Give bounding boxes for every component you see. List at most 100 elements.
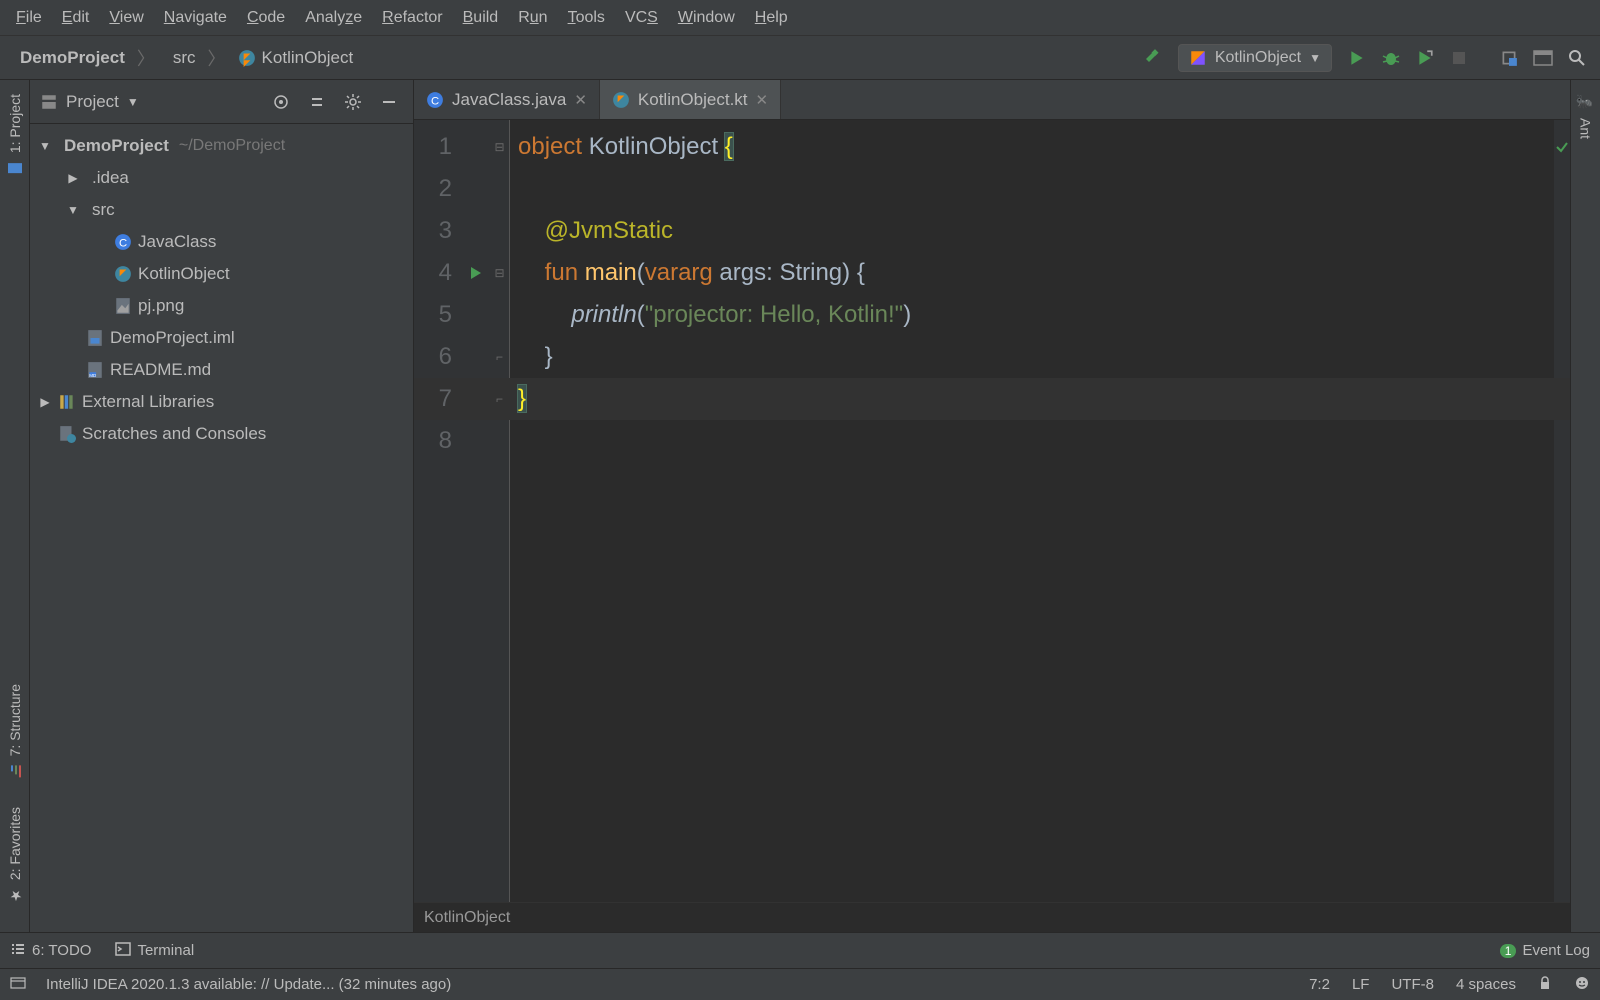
locate-icon[interactable] bbox=[267, 88, 295, 116]
breadcrumb-sep: 〉 bbox=[208, 45, 226, 71]
menu-view[interactable]: View bbox=[99, 5, 153, 31]
fn-name: main bbox=[578, 259, 637, 286]
structure-icon bbox=[6, 763, 24, 781]
project-panel-header: Project ▼ bbox=[30, 80, 413, 124]
tree-scratches-label: Scratches and Consoles bbox=[82, 424, 266, 444]
tree-scratches[interactable]: Scratches and Consoles bbox=[34, 418, 409, 450]
brace-close: } bbox=[518, 385, 526, 412]
status-message[interactable]: IntelliJ IDEA 2020.1.3 available: // Upd… bbox=[46, 976, 451, 993]
tool-window-ant-label: Ant bbox=[1578, 118, 1594, 139]
chevron-down-icon[interactable]: ▼ bbox=[127, 95, 139, 109]
fold-handle[interactable]: ⊟ bbox=[490, 252, 509, 294]
status-inspector-icon[interactable] bbox=[1574, 975, 1590, 995]
terminal-label: Terminal bbox=[137, 942, 194, 959]
tree-idea-label: .idea bbox=[92, 168, 129, 188]
update-project-icon[interactable] bbox=[1492, 41, 1526, 75]
tab-kotlin-object[interactable]: KotlinObject.kt ✕ bbox=[600, 80, 781, 119]
menu-build[interactable]: Build bbox=[453, 5, 509, 31]
tool-window-structure-label: 7: Structure bbox=[7, 684, 23, 756]
image-file-icon bbox=[114, 297, 132, 315]
tool-window-terminal[interactable]: Terminal bbox=[115, 941, 194, 961]
star-icon: ★ bbox=[6, 886, 24, 904]
menu-window[interactable]: Window bbox=[668, 5, 745, 31]
tree-src-folder[interactable]: ▼ src bbox=[34, 194, 409, 226]
menu-run[interactable]: Run bbox=[508, 5, 557, 31]
tool-window-favorites[interactable]: ★ 2: Favorites bbox=[6, 799, 24, 912]
tree-iml-file[interactable]: DemoProject.iml bbox=[34, 322, 409, 354]
run-configuration-selector[interactable]: KotlinObject ▼ bbox=[1178, 44, 1332, 72]
editor-analysis-strip[interactable] bbox=[1554, 120, 1570, 902]
module-file-icon bbox=[86, 329, 104, 347]
menu-edit[interactable]: Edit bbox=[52, 5, 100, 31]
tree-pj-png-label: pj.png bbox=[138, 296, 184, 316]
collapse-all-icon[interactable] bbox=[303, 88, 331, 116]
chevron-down-icon[interactable]: ▼ bbox=[66, 203, 80, 217]
search-everywhere-icon[interactable] bbox=[1560, 41, 1594, 75]
tool-window-todo[interactable]: 6: TODO bbox=[10, 941, 91, 961]
library-icon bbox=[58, 393, 76, 411]
tree-readme-file[interactable]: MD README.md bbox=[34, 354, 409, 386]
editor-breadcrumb[interactable]: KotlinObject bbox=[414, 902, 1570, 932]
tab-java-class[interactable]: C JavaClass.java ✕ bbox=[414, 80, 600, 119]
tree-src-label: src bbox=[92, 200, 115, 220]
status-bar: IntelliJ IDEA 2020.1.3 available: // Upd… bbox=[0, 968, 1600, 1000]
close-tab-icon[interactable]: ✕ bbox=[756, 91, 769, 109]
status-encoding[interactable]: UTF-8 bbox=[1391, 976, 1434, 993]
tree-idea-folder[interactable]: ▶ .idea bbox=[34, 162, 409, 194]
tool-window-project[interactable]: 1: Project bbox=[6, 86, 24, 185]
menu-help[interactable]: Help bbox=[745, 5, 798, 31]
status-indent[interactable]: 4 spaces bbox=[1456, 976, 1516, 993]
breadcrumb-project[interactable]: DemoProject bbox=[6, 44, 133, 72]
stop-button[interactable] bbox=[1442, 41, 1476, 75]
paren-open: ( bbox=[637, 259, 645, 286]
tool-window-event-log[interactable]: 1 Event Log bbox=[1500, 942, 1590, 959]
run-button[interactable] bbox=[1340, 41, 1374, 75]
close-tab-icon[interactable]: ✕ bbox=[574, 91, 587, 109]
analysis-ok-icon bbox=[1555, 126, 1569, 140]
breadcrumb: DemoProject 〉 src 〉 KotlinObject bbox=[6, 44, 361, 72]
code-editor[interactable]: 1 2 3 4 5 6 7 8 ⊟ ⊟ ⌐ ⌐ bbox=[414, 120, 1570, 902]
debug-button[interactable] bbox=[1374, 41, 1408, 75]
status-lock-icon[interactable] bbox=[1538, 976, 1552, 994]
status-line-ending[interactable]: LF bbox=[1352, 976, 1370, 993]
tree-external-libs[interactable]: ▶ External Libraries bbox=[34, 386, 409, 418]
fold-handle[interactable]: ⊟ bbox=[490, 126, 509, 168]
menu-analyze[interactable]: Analyze bbox=[295, 5, 372, 31]
run-with-coverage-button[interactable] bbox=[1408, 41, 1442, 75]
chevron-down-icon[interactable]: ▼ bbox=[38, 139, 52, 153]
build-hammer-icon[interactable] bbox=[1136, 41, 1170, 75]
tool-window-structure[interactable]: 7: Structure bbox=[6, 676, 24, 788]
tree-readme-label: README.md bbox=[110, 360, 211, 380]
run-gutter bbox=[462, 120, 490, 902]
menu-code[interactable]: Code bbox=[237, 5, 295, 31]
menu-file[interactable]: File bbox=[6, 5, 52, 31]
string-literal: "projector: Hello, Kotlin!" bbox=[645, 301, 903, 328]
terminal-icon bbox=[115, 941, 131, 961]
hide-panel-icon[interactable] bbox=[375, 88, 403, 116]
bottom-tool-bar: 6: TODO Terminal 1 Event Log bbox=[0, 932, 1600, 968]
tree-external-libs-label: External Libraries bbox=[82, 392, 214, 412]
breadcrumb-file[interactable]: KotlinObject bbox=[230, 44, 362, 72]
status-notification-icon[interactable] bbox=[10, 975, 26, 995]
breadcrumb-file-label: KotlinObject bbox=[262, 48, 354, 68]
tool-window-ant[interactable]: 🐜 Ant bbox=[1577, 86, 1595, 147]
tree-java-class[interactable]: C JavaClass bbox=[34, 226, 409, 258]
settings-gear-icon[interactable] bbox=[339, 88, 367, 116]
tree-root[interactable]: ▼ DemoProject ~/DemoProject bbox=[34, 130, 409, 162]
chevron-right-icon[interactable]: ▶ bbox=[66, 171, 80, 185]
status-caret-position[interactable]: 7:2 bbox=[1309, 976, 1330, 993]
ide-layout-icon[interactable] bbox=[1526, 41, 1560, 75]
code-content[interactable]: object KotlinObject { @JvmStatic fun mai… bbox=[510, 120, 1554, 902]
chevron-right-icon[interactable]: ▶ bbox=[38, 395, 52, 409]
breadcrumb-src[interactable]: src bbox=[159, 44, 204, 72]
main-area: 1: Project 7: Structure ★ 2: Favorites P… bbox=[0, 80, 1600, 932]
run-line-marker[interactable] bbox=[462, 252, 490, 294]
tree-pj-png[interactable]: pj.png bbox=[34, 290, 409, 322]
menu-navigate[interactable]: Navigate bbox=[154, 5, 237, 31]
menu-refactor[interactable]: Refactor bbox=[372, 5, 452, 31]
breadcrumb-sep: 〉 bbox=[137, 45, 155, 71]
menu-tools[interactable]: Tools bbox=[558, 5, 615, 31]
tree-kotlin-object[interactable]: KotlinObject bbox=[34, 258, 409, 290]
navigation-toolbar: DemoProject 〉 src 〉 KotlinObject KotlinO… bbox=[0, 36, 1600, 80]
menu-vcs[interactable]: VCS bbox=[615, 5, 668, 31]
